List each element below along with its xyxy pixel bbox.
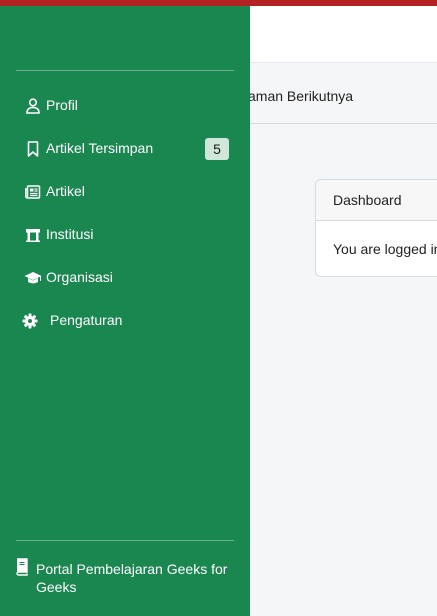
saved-count-badge: 5 — [205, 138, 229, 160]
sidebar-item-institusi[interactable]: Institusi — [0, 215, 250, 255]
secondary-nav: aman Berikutnya — [248, 63, 437, 124]
sidebar: Profil Artikel Tersimpan 5 Artikel Insti… — [0, 6, 250, 616]
sidebar-item-profil[interactable]: Profil — [0, 86, 250, 126]
sidebar-item-label: Artikel — [46, 183, 85, 199]
user-icon — [24, 97, 42, 115]
sidebar-item-artikel[interactable]: Artikel — [0, 172, 250, 212]
bookmark-icon — [24, 140, 42, 158]
newspaper-icon — [24, 183, 42, 201]
dashboard-card: Dashboard You are logged in — [315, 179, 437, 277]
sidebar-item-label: Profil — [46, 97, 78, 113]
sidebar-top-divider — [16, 70, 234, 71]
sidebar-item-pengaturan[interactable]: Pengaturan — [0, 301, 250, 341]
card-body-text: You are logged in — [333, 241, 437, 257]
sidebar-item-organisasi[interactable]: Organisasi — [0, 258, 250, 298]
card-header: Dashboard — [316, 180, 437, 221]
sidebar-item-label: Pengaturan — [50, 312, 123, 328]
sidebar-bottom-divider — [16, 540, 234, 541]
book-icon — [14, 558, 30, 576]
graduation-cap-icon — [24, 269, 42, 287]
next-page-link[interactable]: aman Berikutnya — [248, 88, 353, 104]
card-title: Dashboard — [333, 192, 402, 208]
portal-link-label: Portal Pembelajaran Geeks for Geeks — [36, 561, 228, 595]
building-icon — [24, 226, 42, 244]
gear-icon — [21, 312, 39, 330]
sidebar-item-label: Artikel Tersimpan — [46, 140, 154, 156]
sidebar-item-label: Institusi — [46, 226, 94, 242]
top-header — [250, 6, 437, 63]
sidebar-item-label: Organisasi — [46, 269, 113, 285]
